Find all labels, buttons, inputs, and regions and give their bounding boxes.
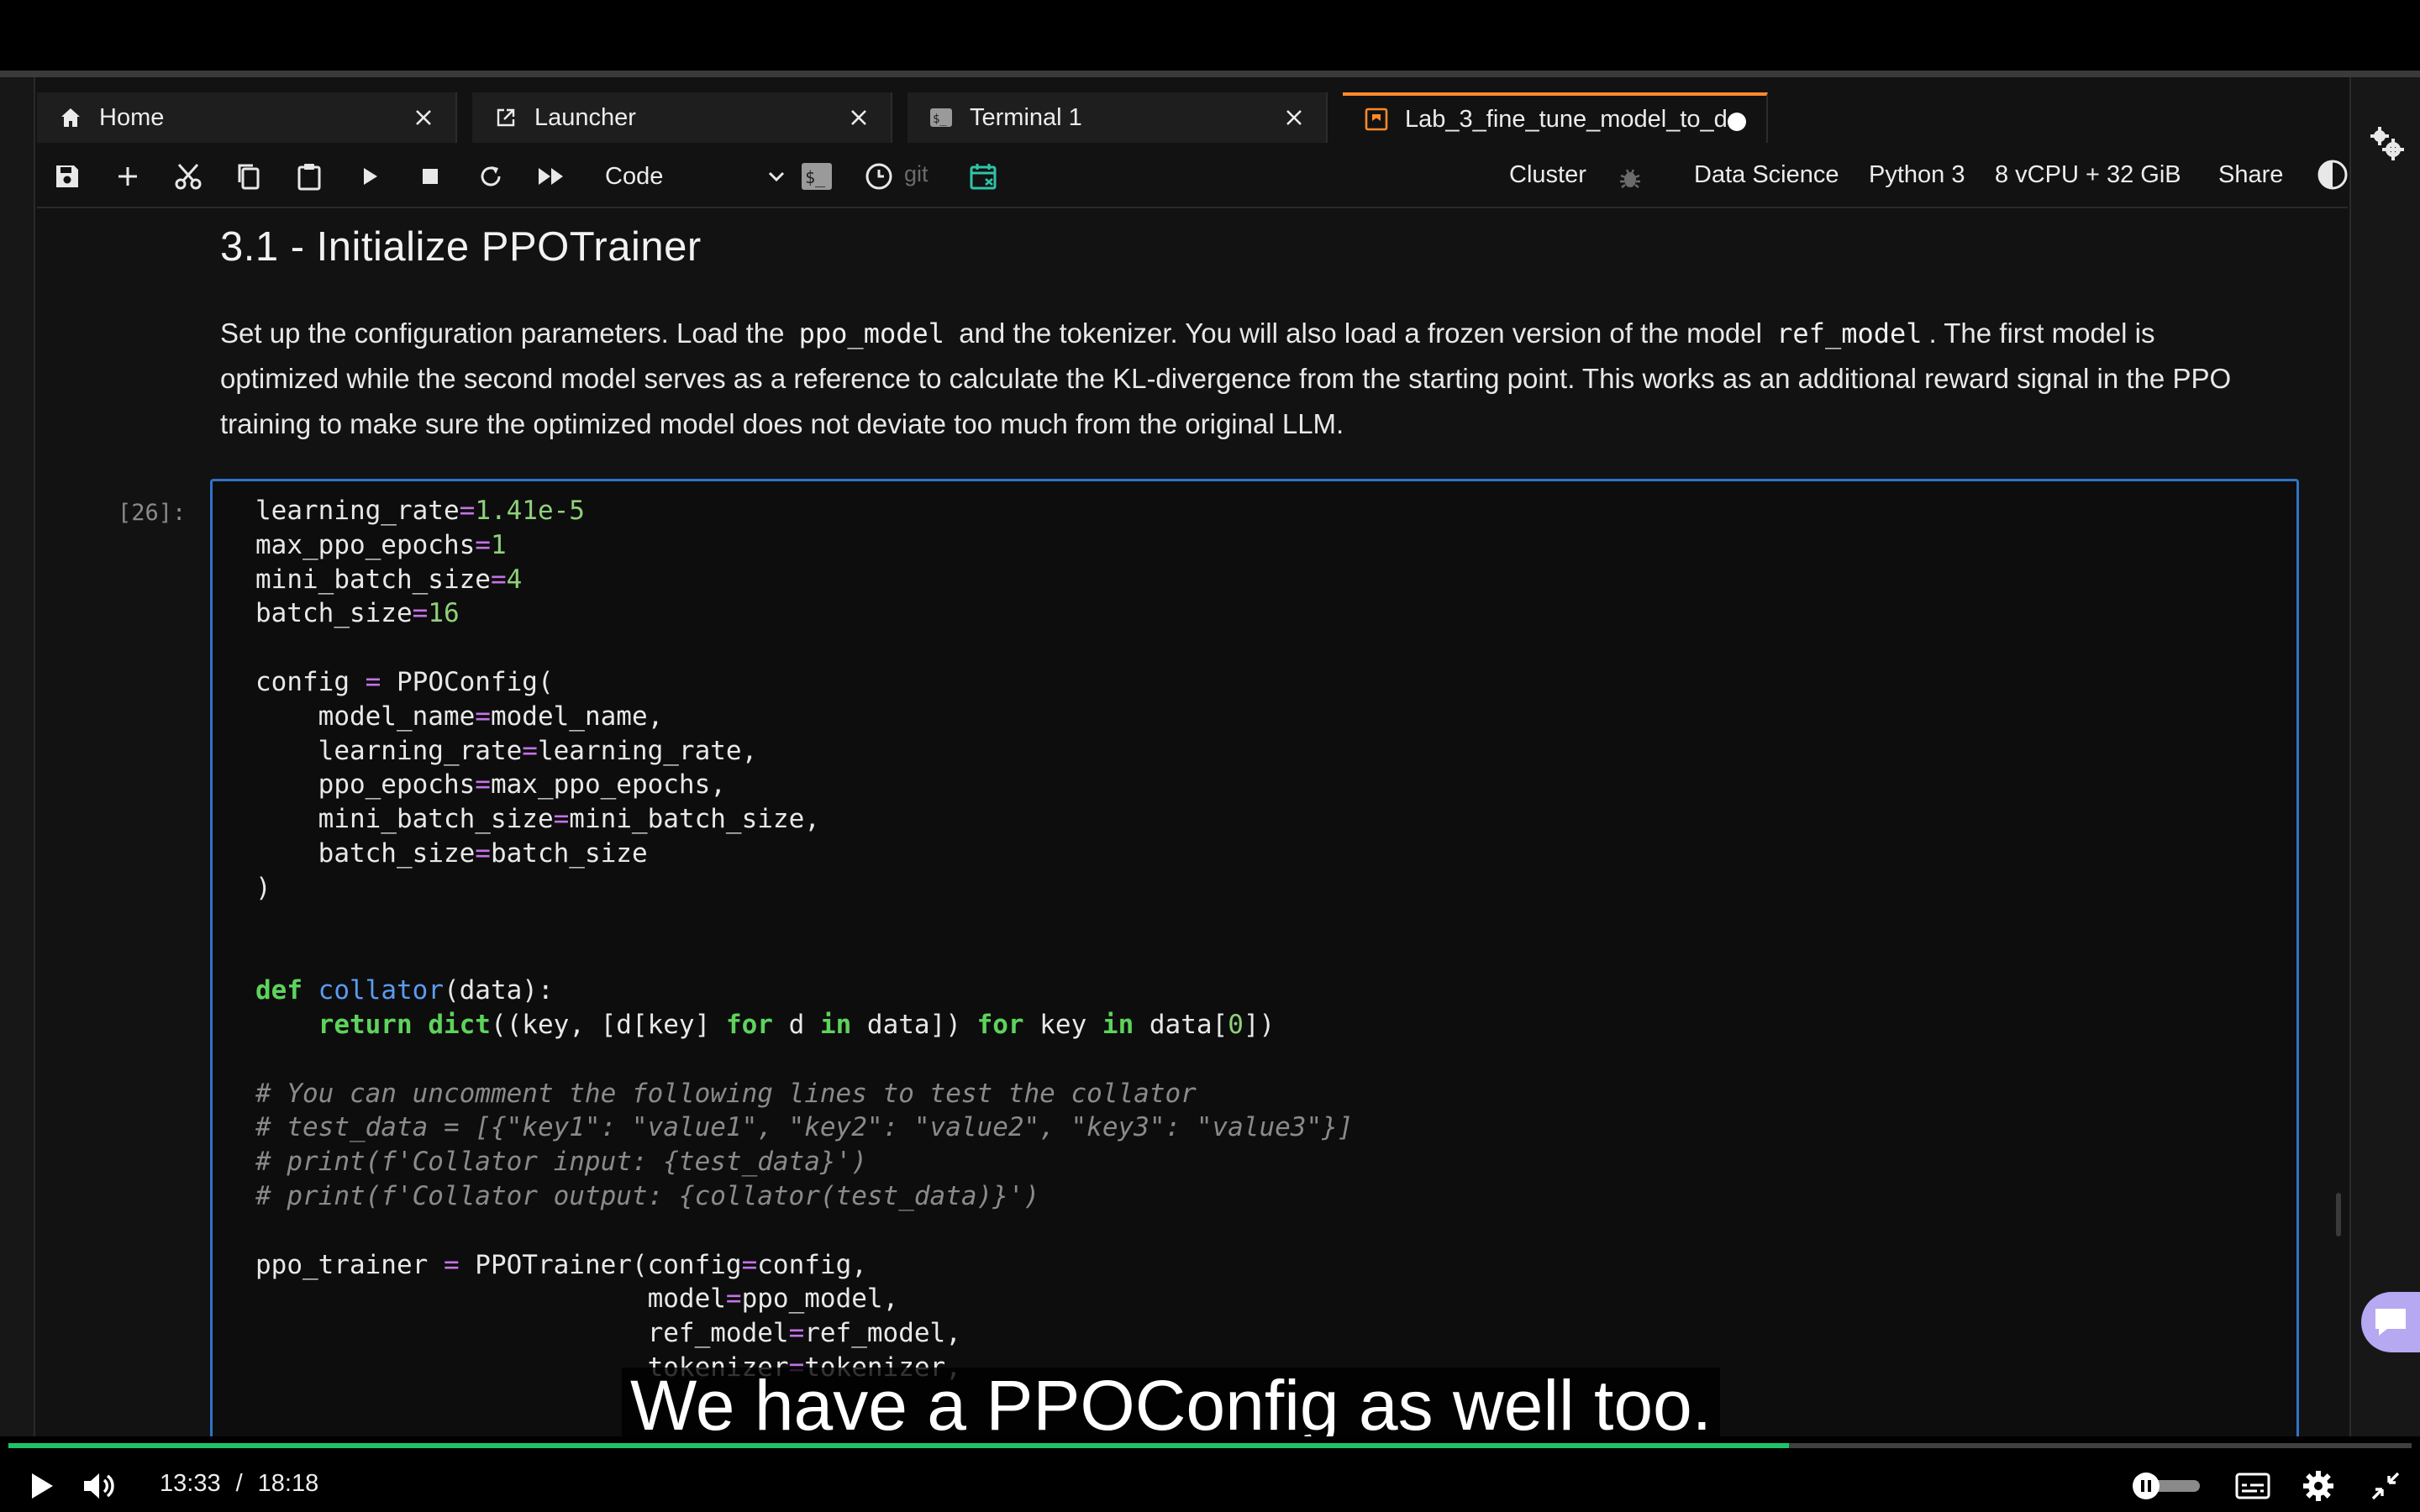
fast-forward-icon[interactable] (533, 158, 570, 195)
inline-code: ref_model (1776, 318, 1923, 349)
schedule-calendar-icon[interactable] (965, 158, 1002, 195)
svg-text:$_: $_ (933, 113, 947, 126)
code-line: batch_size=16 (255, 598, 460, 629)
debugger-bug-icon[interactable] (1612, 160, 1649, 197)
copy-icon[interactable] (230, 158, 267, 195)
code-line: model_name=model_name, (255, 701, 664, 732)
stop-kernel-icon[interactable] (412, 158, 449, 195)
video-top-letterbox (0, 0, 2420, 77)
right-sidebar-rail (2349, 77, 2420, 1436)
exit-fullscreen-icon[interactable] (2365, 1465, 2407, 1507)
cell-type-value: Code (605, 162, 664, 190)
code-line: model=ppo_model, (255, 1284, 899, 1315)
video-time: 13:33 / 18:18 (160, 1470, 318, 1498)
code-editor[interactable]: learning_rate=1.41e-5 max_ppo_epochs=1min… (255, 494, 1353, 1385)
instance-type-label[interactable]: 8 vCPU + 32 GiB (1995, 161, 2181, 189)
save-icon[interactable] (49, 158, 86, 195)
code-line: # print(f'Collator input: {test_data}') (255, 1147, 867, 1178)
code-line: def collator(data): (255, 975, 554, 1006)
code-line: # You can uncomment the following lines … (255, 1078, 1197, 1109)
share-button[interactable]: Share (2218, 161, 2283, 189)
code-line: learning_rate=learning_rate, (255, 735, 758, 766)
launcher-icon (492, 104, 519, 131)
code-line: mini_batch_size=mini_batch_size, (255, 804, 820, 835)
letterbox-divider (0, 71, 2420, 77)
cut-icon[interactable] (170, 158, 207, 195)
code-line: learning_rate=1.41e-5 (255, 496, 585, 526)
close-tab-icon[interactable] (845, 104, 872, 131)
code-line: ppo_trainer = PPOTrainer(config=config, (255, 1249, 867, 1280)
video-progress-bar[interactable] (8, 1443, 2412, 1448)
cell-execution-count: [26]: (118, 500, 187, 526)
left-sidebar-rail (0, 77, 35, 1436)
run-cell-icon[interactable] (351, 158, 388, 195)
autoplay-toggle[interactable] (2129, 1472, 2202, 1500)
notebook-panel: 3.1 - Initialize PPOTrainer Set up the c… (37, 210, 2348, 1436)
close-tab-icon[interactable] (1281, 104, 1307, 131)
video-subtitle: We have a PPOConfig as well too. (622, 1368, 1721, 1443)
git-button[interactable]: git (904, 161, 929, 187)
property-inspector-gears-icon[interactable] (2368, 124, 2405, 161)
section-heading: 3.1 - Initialize PPOTrainer (220, 224, 702, 270)
code-line: mini_batch_size=4 (255, 564, 523, 595)
tab-label: Lab_3_fine_tune_model_to_de (1405, 105, 1741, 133)
restart-kernel-icon[interactable] (472, 158, 509, 195)
code-line: # test_data = [{"key1": "value1", "key2"… (255, 1112, 1354, 1143)
kernel-status-icon (2314, 156, 2351, 193)
inline-code: ppo_model (798, 318, 945, 349)
home-icon (57, 104, 84, 131)
code-line: max_ppo_epochs=1 (255, 529, 507, 560)
code-line: ppo_epochs=max_ppo_epochs, (255, 769, 726, 801)
time-separator: / (235, 1470, 243, 1497)
code-line: ) (255, 872, 271, 903)
code-line: config = PPOConfig( (255, 666, 554, 697)
settings-gear-icon[interactable] (2297, 1465, 2339, 1507)
kernel-image-label[interactable]: Data Science (1694, 161, 1839, 189)
insert-cell-icon[interactable] (109, 158, 146, 195)
paste-icon[interactable] (291, 158, 328, 195)
paragraph-text: Set up the configuration parameters. Loa… (220, 318, 785, 349)
tab-label: Terminal 1 (970, 103, 1082, 131)
notebook-toolbar: Code $_ git Cluster Data Science Python … (37, 144, 2348, 208)
cell-type-select[interactable]: Code (605, 156, 795, 197)
terminal-icon: $_ (928, 104, 955, 131)
cluster-button[interactable]: Cluster (1509, 161, 1586, 189)
current-time: 13:33 (160, 1470, 221, 1497)
volume-icon[interactable] (79, 1465, 121, 1507)
tab-home[interactable]: Home (37, 92, 457, 143)
close-tab-icon[interactable] (410, 104, 437, 131)
duration: 18:18 (257, 1470, 319, 1497)
notebook-scrollbar[interactable] (2336, 1193, 2341, 1236)
code-line: ref_model=ref_model, (255, 1318, 961, 1349)
chat-icon[interactable] (2361, 1292, 2420, 1352)
jupyter-app: Home Launcher $_ Terminal 1 Lab_3_fine_t… (0, 77, 2420, 1436)
clock-icon[interactable] (860, 158, 897, 195)
svg-text:$_: $_ (805, 167, 826, 187)
tab-notebook-active[interactable]: Lab_3_fine_tune_model_to_de (1343, 92, 1768, 143)
code-line: return dict((key, [d[key] for d in data]… (318, 1009, 1276, 1040)
tab-terminal[interactable]: $_ Terminal 1 (908, 92, 1328, 143)
video-player-controls: 13:33 / 18:18 (0, 1436, 2420, 1512)
play-icon[interactable] (20, 1465, 62, 1507)
kernel-name-label[interactable]: Python 3 (1869, 161, 1965, 189)
markdown-paragraph: Set up the configuration parameters. Loa… (220, 311, 2262, 447)
captions-icon[interactable] (2232, 1465, 2274, 1507)
progress-played (8, 1443, 1790, 1448)
tab-label: Home (99, 103, 165, 131)
chevron-down-icon (765, 165, 788, 195)
tab-launcher[interactable]: Launcher (472, 92, 892, 143)
code-line: # print(f'Collator output: {collator(tes… (255, 1180, 1040, 1211)
unsaved-indicator-icon[interactable] (1728, 113, 1746, 131)
paragraph-text: and the tokenizer. You will also load a … (959, 318, 1762, 349)
code-line: batch_size=batch_size (255, 837, 648, 869)
notebook-icon (1363, 106, 1390, 133)
tab-label: Launcher (534, 103, 636, 131)
open-terminal-icon[interactable]: $_ (798, 158, 835, 195)
tab-bar: Home Launcher $_ Terminal 1 Lab_3_fine_t… (37, 92, 2348, 143)
